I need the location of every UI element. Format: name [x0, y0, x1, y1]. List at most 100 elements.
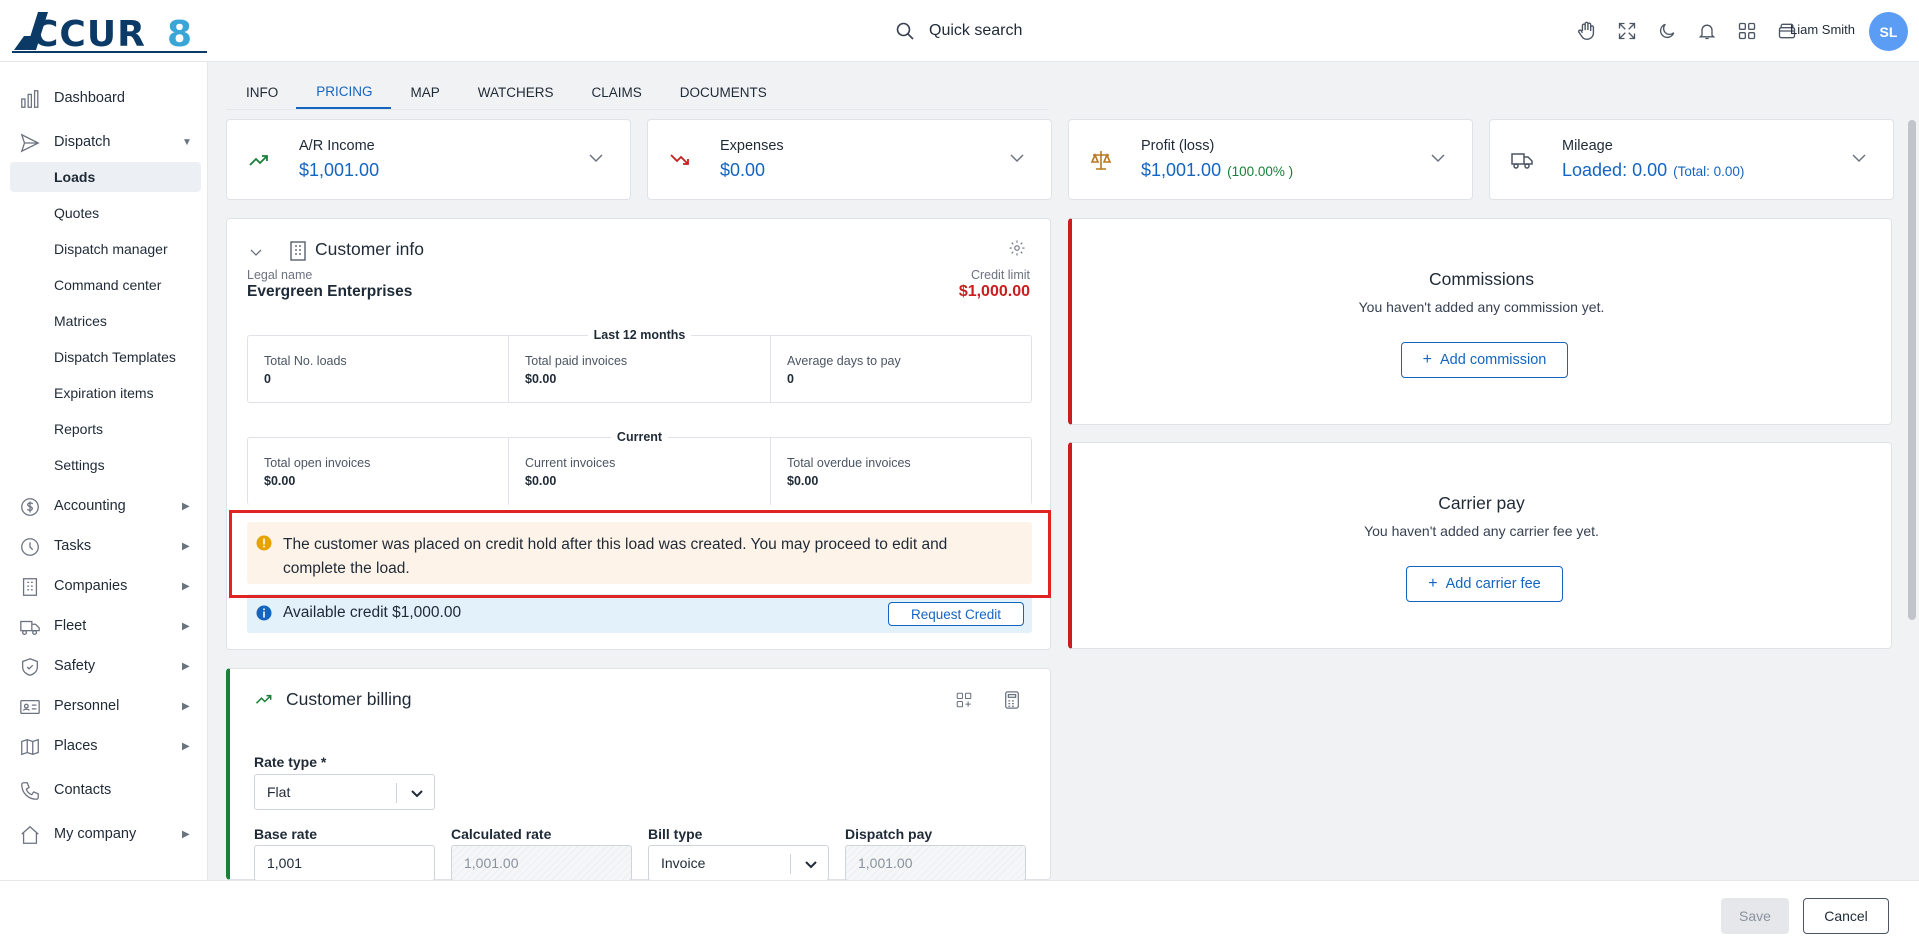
legal-name-label: Legal name: [247, 268, 313, 282]
sidebar-sub-matrices[interactable]: Matrices: [10, 306, 201, 336]
user-name[interactable]: Liam Smith: [1790, 22, 1855, 37]
home-icon: [21, 825, 39, 844]
send-icon: [20, 133, 40, 153]
mileage-card[interactable]: Mileage Loaded: 0.00 (Total: 0.00): [1489, 119, 1894, 200]
calculator-icon[interactable]: [1004, 691, 1020, 709]
plus-icon: +: [1422, 351, 1432, 368]
tab-watchers[interactable]: WATCHERS: [458, 76, 572, 109]
sidebar-item-places[interactable]: Places ▶: [0, 730, 208, 762]
quick-search-label: Quick search: [929, 22, 1023, 39]
chevron-down-icon[interactable]: [1007, 148, 1027, 168]
profit-percent: (100.00% ): [1227, 164, 1294, 179]
add-commission-button[interactable]: + Add commission: [1401, 342, 1568, 378]
profit-card[interactable]: Profit (loss) $1,001.00 (100.00% ): [1068, 119, 1473, 200]
accure-logo[interactable]: CCUR 8: [12, 6, 212, 56]
mileage-value: Loaded: 0.00: [1562, 160, 1668, 180]
page-scrollbar[interactable]: [1908, 120, 1916, 620]
sidebar-item-label: Personnel: [54, 698, 120, 714]
rate-type-select[interactable]: Flat: [254, 774, 435, 810]
chevron-down-icon: [805, 861, 817, 869]
sidebar-item-dispatch[interactable]: Dispatch ▼: [0, 126, 208, 158]
customer-info-title: Customer info: [315, 239, 424, 259]
sidebar-sub-command-center[interactable]: Command center: [10, 270, 201, 300]
caret-right-icon: ▶: [182, 740, 190, 752]
svg-text:CCUR: CCUR: [32, 14, 146, 55]
quick-search[interactable]: Quick search: [895, 17, 1022, 45]
expenses-title: Expenses: [720, 138, 784, 154]
bill-type-select[interactable]: Invoice: [648, 845, 829, 881]
tab-info[interactable]: INFO: [226, 76, 296, 109]
dispatch-pay-label: Dispatch pay: [845, 826, 933, 842]
sidebar-sub-settings[interactable]: Settings: [10, 450, 201, 480]
tab-pricing[interactable]: PRICING: [296, 76, 391, 109]
id-card-icon: [20, 699, 40, 715]
user-avatar[interactable]: SL: [1869, 12, 1908, 51]
current-box: Current Total open invoices $0.00 Curren…: [247, 430, 1032, 505]
ar-income-card[interactable]: A/R Income $1,001.00: [226, 119, 631, 200]
customer-billing-card: Customer billing Rate type * Flat Base r…: [226, 668, 1051, 881]
caret-down-icon: ▼: [182, 136, 192, 148]
sidebar-item-contacts[interactable]: Contacts: [0, 774, 208, 806]
sidebar-sub-loads[interactable]: Loads: [10, 162, 201, 192]
sidebar-item-dashboard[interactable]: Dashboard: [0, 82, 208, 114]
chevron-down-icon[interactable]: [586, 148, 606, 168]
base-rate-input[interactable]: 1,001: [254, 845, 435, 881]
save-button[interactable]: Save: [1721, 898, 1789, 934]
tab-map[interactable]: MAP: [391, 76, 458, 109]
ar-income-value: $1,001.00: [299, 160, 380, 180]
cancel-button[interactable]: Cancel: [1803, 898, 1889, 934]
commissions-title: Commissions: [1428, 269, 1535, 289]
mileage-title: Mileage: [1562, 138, 1613, 154]
sidebar-item-personnel[interactable]: Personnel ▶: [0, 690, 208, 722]
sidebar-sub-reports[interactable]: Reports: [10, 414, 201, 444]
highlight-outline: [229, 510, 1051, 598]
building-icon: [290, 241, 306, 261]
truck-icon: [20, 620, 40, 635]
caret-right-icon: ▶: [182, 660, 190, 672]
map-icon: [21, 738, 39, 756]
request-credit-button[interactable]: Request Credit: [888, 602, 1024, 626]
customer-billing-title: Customer billing: [286, 689, 412, 709]
sidebar-item-tasks[interactable]: Tasks ▶: [0, 530, 208, 562]
expenses-card[interactable]: Expenses $0.00: [647, 119, 1052, 200]
sidebar-sub-expiration-items[interactable]: Expiration items: [10, 378, 201, 408]
hand-icon[interactable]: [1575, 19, 1599, 43]
available-credit-bar: Available credit $1,000.00 Request Credi…: [247, 594, 1032, 633]
add-widget-icon[interactable]: [955, 691, 973, 709]
base-rate-label: Base rate: [254, 826, 318, 842]
sidebar-item-companies[interactable]: Companies ▶: [0, 570, 208, 602]
carrier-pay-title: Carrier pay: [1438, 493, 1525, 513]
apps-grid-icon[interactable]: [1735, 19, 1759, 43]
dispatch-pay-value: 1,001.00: [858, 855, 913, 871]
fullscreen-icon[interactable]: [1615, 19, 1639, 43]
sidebar-item-my-company[interactable]: My company ▶: [0, 818, 208, 850]
legal-name-value: Evergreen Enterprises: [247, 283, 413, 300]
add-carrier-fee-button[interactable]: + Add carrier fee: [1406, 566, 1563, 602]
tab-claims[interactable]: CLAIMS: [572, 76, 660, 109]
sidebar-item-safety[interactable]: Safety ▶: [0, 650, 208, 682]
chevron-down-icon[interactable]: [249, 245, 263, 259]
sidebar-item-accounting[interactable]: Accounting ▶: [0, 490, 208, 522]
sidebar-item-label: Safety: [54, 658, 96, 674]
chevron-down-icon: [411, 790, 423, 798]
sidebar-item-fleet[interactable]: Fleet ▶: [0, 610, 208, 642]
caret-right-icon: ▶: [182, 500, 190, 512]
sidebar-sub-dispatch-manager[interactable]: Dispatch manager: [10, 234, 201, 264]
bell-icon[interactable]: [1695, 19, 1719, 43]
trending-down-icon: [670, 154, 689, 165]
sidebar-sub-dispatch-templates[interactable]: Dispatch Templates: [10, 342, 201, 372]
search-icon: [896, 22, 914, 40]
chevron-down-icon[interactable]: [1428, 148, 1448, 168]
chevron-down-icon[interactable]: [1849, 148, 1869, 168]
shield-icon: [22, 658, 38, 676]
dark-mode-icon[interactable]: [1655, 19, 1679, 43]
building-icon: [22, 578, 38, 596]
last-12-months-box: Last 12 months Total No. loads 0 Total p…: [247, 328, 1032, 403]
caret-right-icon: ▶: [182, 620, 190, 632]
profit-value-wrap: $1,001.00 (100.00% ): [1141, 160, 1293, 181]
tab-documents[interactable]: DOCUMENTS: [660, 76, 785, 109]
top-header: CCUR 8 Quick search Liam Smith SL: [0, 0, 1919, 62]
gear-icon[interactable]: [1008, 239, 1026, 257]
sidebar-item-label: Companies: [54, 578, 128, 594]
sidebar-sub-quotes[interactable]: Quotes: [10, 198, 201, 228]
